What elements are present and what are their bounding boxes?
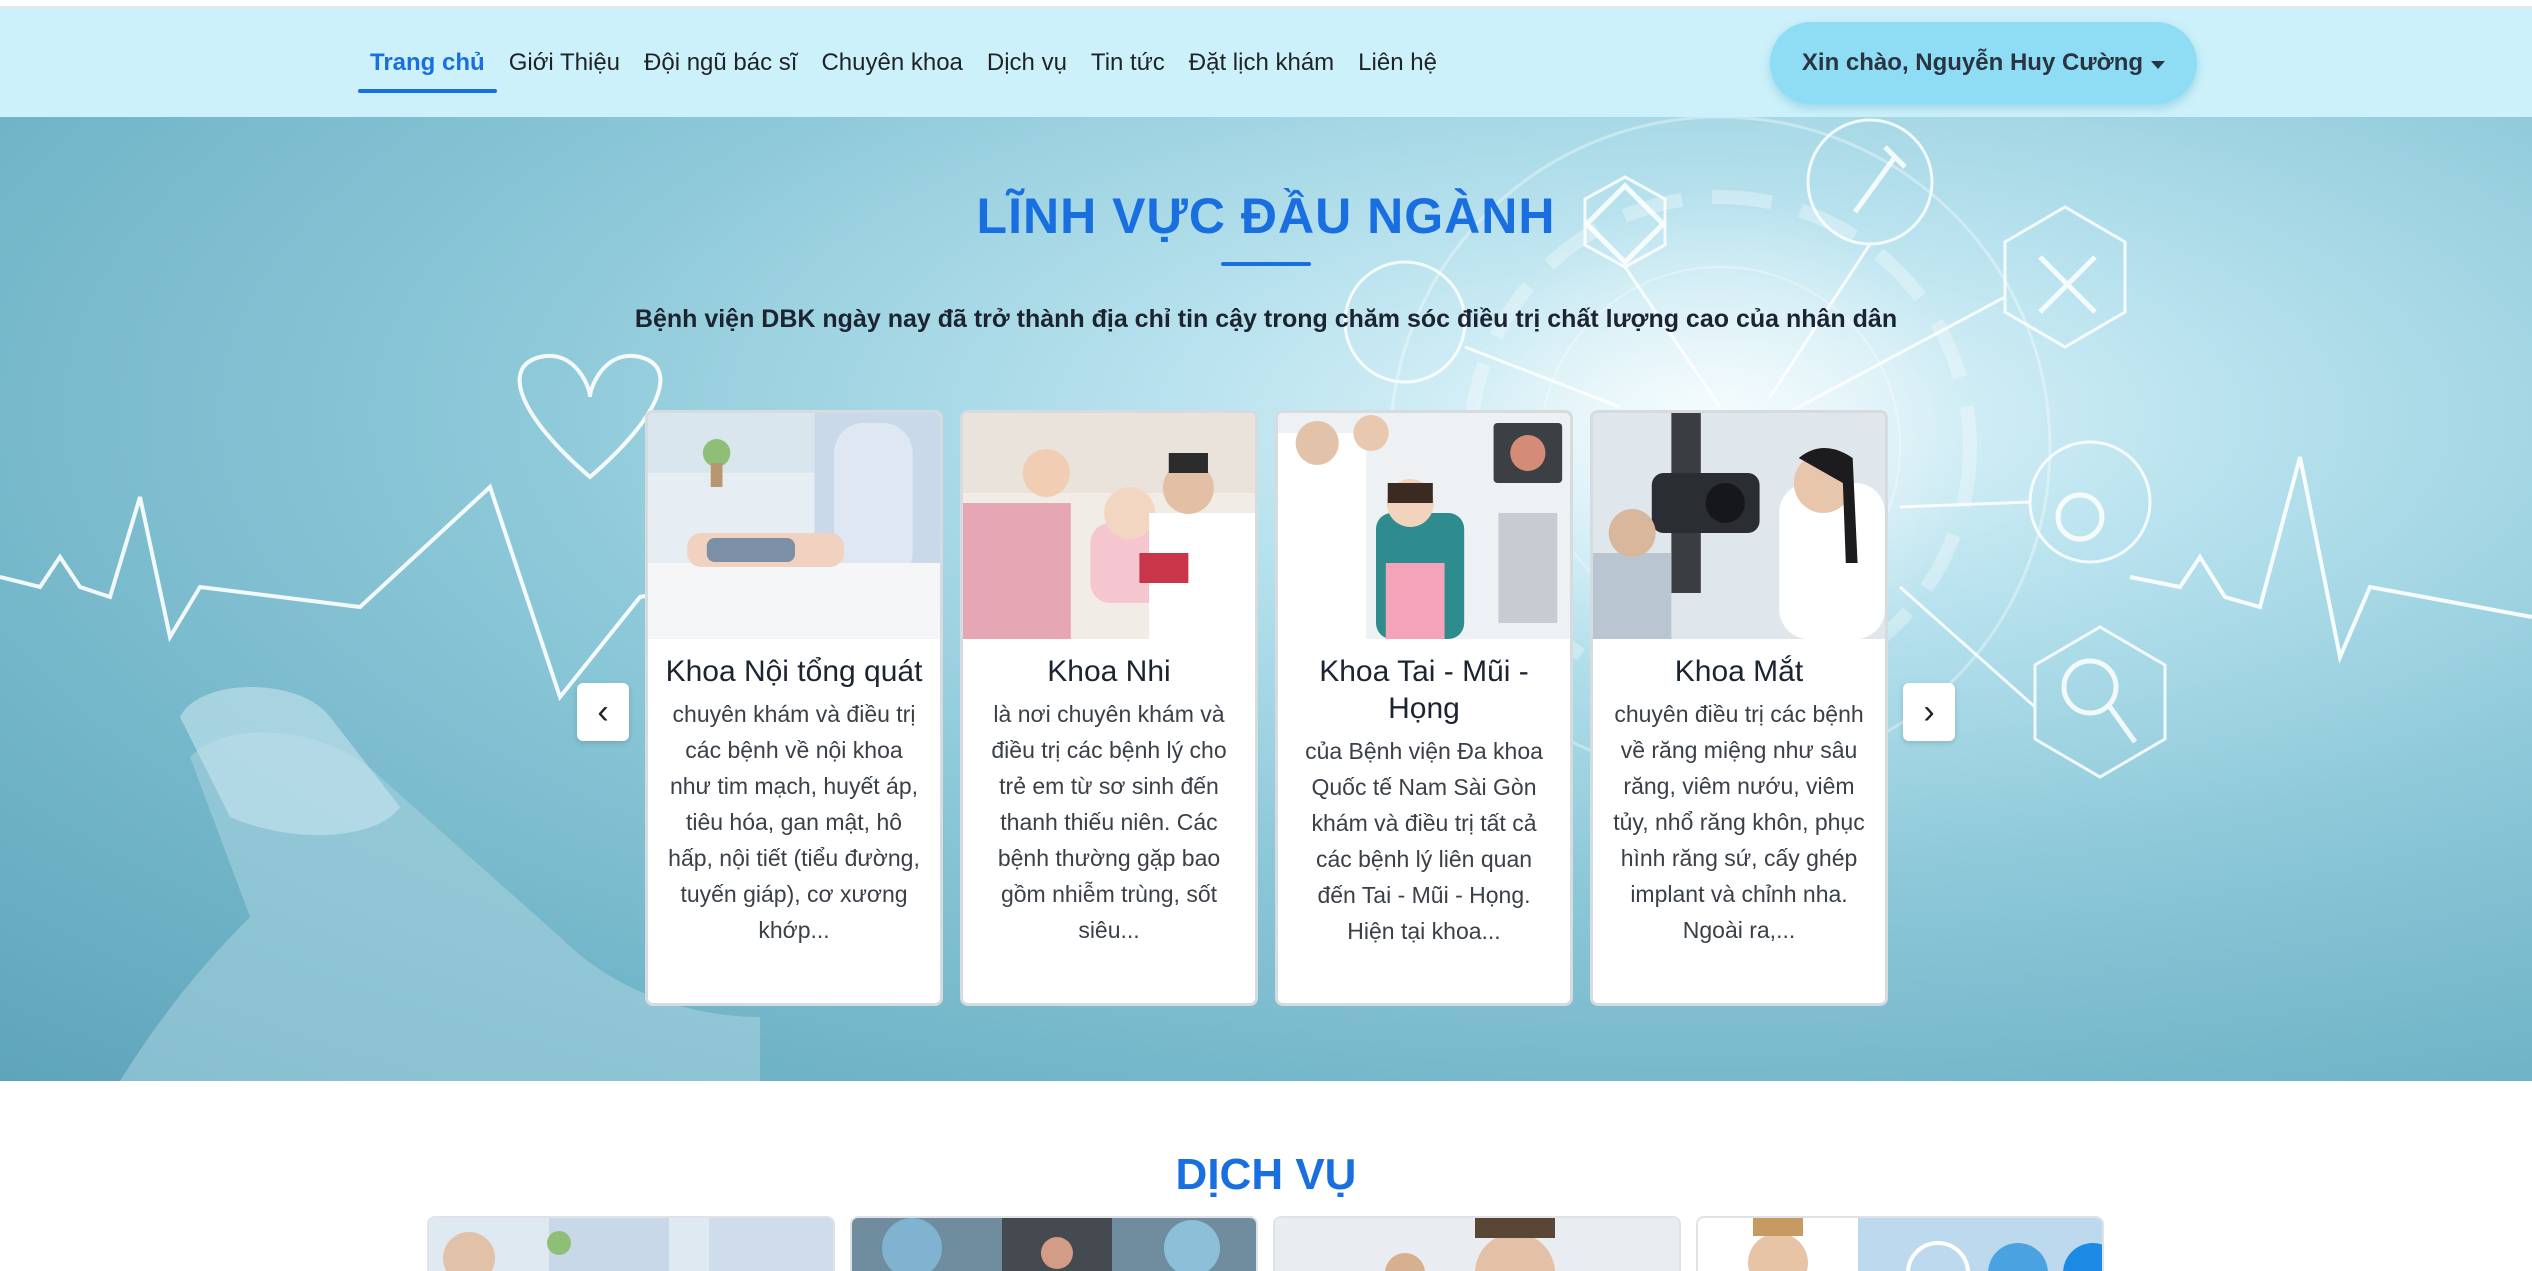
specialty-card[interactable]: Khoa Nội tổng quát chuyên khám và điều t… [645, 410, 943, 1006]
hero-title-underline [1221, 262, 1311, 266]
service-image-checkup [1275, 1218, 1679, 1271]
carousel-next-button[interactable]: › [1903, 683, 1955, 741]
specialty-card[interactable]: Khoa Tai - Mũi - Họng của Bệnh viện Đa k… [1275, 410, 1573, 1006]
service-card-image[interactable] [427, 1216, 835, 1271]
service-image-surgery [852, 1218, 1256, 1271]
caret-down-icon [2151, 60, 2166, 69]
service-card-image[interactable] [850, 1216, 1258, 1271]
user-menu-button[interactable]: Xin chào, Nguyễn Huy Cường [1770, 22, 2197, 104]
user-greeting: Xin chào, Nguyễn Huy Cường [1801, 49, 2144, 76]
hero-title: LĨNH VỰC ĐẦU NGÀNH [976, 188, 1556, 244]
nav-link-contact[interactable]: Liên hệ [1346, 8, 1449, 117]
nav-link-about[interactable]: Giới Thiệu [497, 8, 632, 117]
card-image-ent [1278, 413, 1570, 639]
card-text: chuyên khám và điều trị các bệnh về nội … [668, 701, 920, 943]
card-text: là nơi chuyên khám và điều trị các bệnh … [991, 701, 1227, 943]
service-card-image[interactable] [1273, 1216, 1681, 1271]
card-text: chuyên điều trị các bệnh về răng miệng n… [1613, 701, 1865, 943]
nav-link-doctors[interactable]: Đội ngũ bác sĩ [632, 8, 809, 117]
card-text: của Bệnh viện Đa khoa Quốc tế Nam Sài Gò… [1305, 738, 1543, 944]
nav-link-home[interactable]: Trang chủ [358, 8, 497, 117]
nav-links: Trang chủ Giới Thiệu Đội ngũ bác sĩ Chuy… [358, 8, 1449, 117]
carousel-prev-button[interactable]: ‹ [577, 683, 629, 741]
specialty-card[interactable]: Khoa Nhi là nơi chuyên khám và điều trị … [960, 410, 1258, 1006]
card-title: Khoa Mắt [1674, 655, 1804, 688]
card-image-pediatrics [963, 413, 1255, 639]
hero-subtitle: Bệnh viện DBK ngày nay đã trở thành địa … [634, 305, 1898, 333]
service-image-consultation [429, 1218, 833, 1271]
card-title: Khoa Nhi [1047, 655, 1171, 688]
hero-section: LĨNH VỰC ĐẦU NGÀNH Bệnh viện DBK ngày na… [0, 117, 2532, 1081]
service-image-technology [1698, 1218, 2102, 1271]
service-card-image[interactable] [1696, 1216, 2104, 1271]
nav-link-specialties[interactable]: Chuyên khoa [809, 8, 974, 117]
nav-link-booking[interactable]: Đặt lịch khám [1177, 8, 1346, 117]
card-image-ophthalmology [1593, 413, 1885, 639]
card-image-blood-pressure [648, 413, 940, 639]
nav-link-services[interactable]: Dịch vụ [975, 8, 1079, 117]
services-section-title: DỊCH VỤ [1175, 1150, 1357, 1199]
card-title: Khoa Tai - Mũi - Họng [1319, 655, 1529, 725]
navbar: Trang chủ Giới Thiệu Đội ngũ bác sĩ Chuy… [0, 8, 2532, 117]
nav-link-news[interactable]: Tin tức [1079, 8, 1177, 117]
top-border [0, 0, 2532, 8]
card-title: Khoa Nội tổng quát [665, 655, 923, 688]
specialty-card[interactable]: Khoa Mắt chuyên điều trị các bệnh về răn… [1590, 410, 1888, 1006]
